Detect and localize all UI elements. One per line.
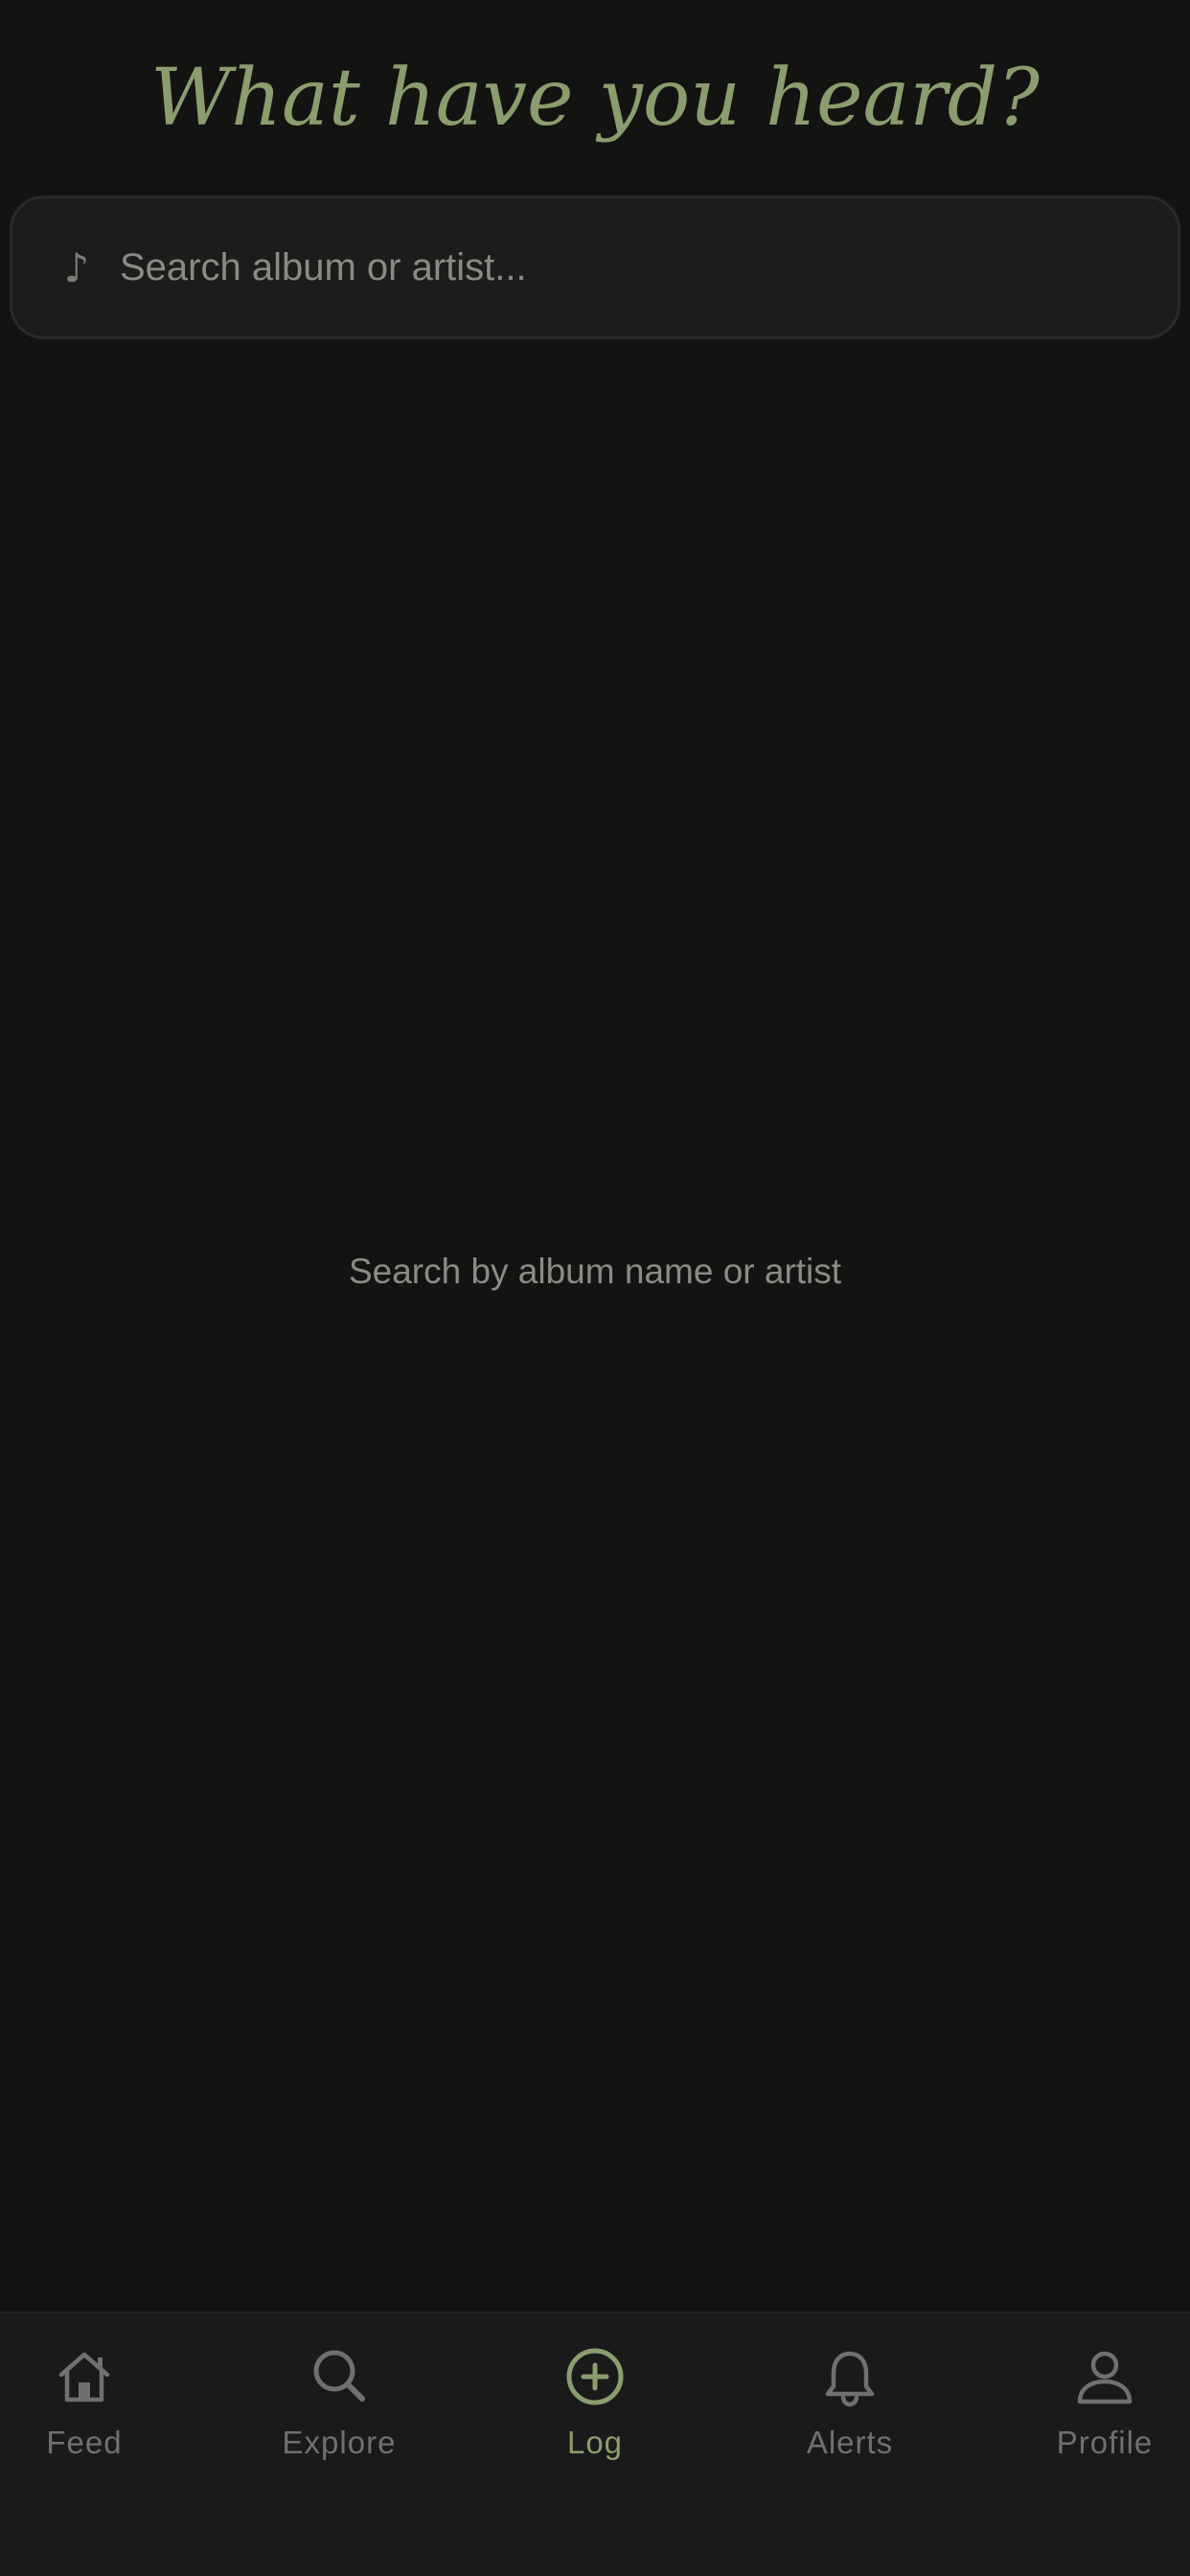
tab-feed[interactable]: Feed <box>0 2342 180 2486</box>
plus-circle-icon <box>566 2348 624 2405</box>
home-icon <box>58 2352 110 2403</box>
tab-label: Profile <box>1056 2425 1154 2460</box>
tab-log[interactable]: Log <box>499 2342 691 2486</box>
user-icon <box>1077 2351 1133 2404</box>
page-title: What have you heard? <box>149 53 1041 144</box>
search-icon <box>313 2350 365 2402</box>
tab-profile[interactable]: Profile <box>1009 2342 1190 2486</box>
search-input[interactable] <box>120 198 1178 336</box>
tab-label: Log <box>566 2425 624 2460</box>
log-screen: What have you heard? ♪ Search by album n… <box>0 0 1190 2576</box>
tab-label: Feed <box>46 2425 123 2460</box>
tab-label: Explore <box>282 2425 397 2460</box>
tab-label: Alerts <box>806 2425 894 2460</box>
bottom-tab-bar: Feed Explore Log Alerts Profile <box>0 2312 1190 2576</box>
bell-icon <box>825 2351 875 2407</box>
empty-state-hint: Search by album name or artist <box>348 1252 842 1291</box>
search-bar[interactable]: ♪ <box>10 196 1180 339</box>
tab-explore[interactable]: Explore <box>243 2342 435 2486</box>
tab-alerts[interactable]: Alerts <box>754 2342 946 2486</box>
music-note-icon: ♪ <box>63 243 90 291</box>
